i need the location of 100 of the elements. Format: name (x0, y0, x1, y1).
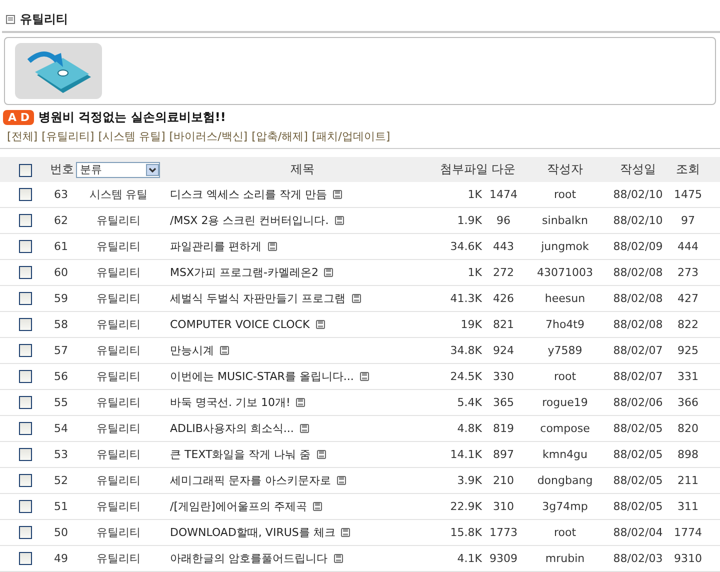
table-cell: 61 (54, 240, 68, 253)
table-cell: 1K (468, 188, 482, 201)
select-all-checkbox[interactable] (18, 164, 32, 177)
table-cell: 4.8K (457, 422, 482, 435)
table-cell: 1474 (490, 188, 518, 201)
table-cell: 50 (54, 526, 68, 539)
table-cell: 88/02/05 (613, 500, 663, 513)
table-cell: 22.9K (450, 500, 482, 513)
row-checkbox[interactable] (18, 370, 32, 384)
row-checkbox[interactable] (18, 344, 32, 358)
table-cell: 88/02/04 (613, 526, 663, 539)
table-cell: 3.9K (457, 474, 482, 487)
floppy-icon (268, 242, 276, 251)
table-cell: 1K (468, 266, 482, 279)
row-checkbox[interactable] (18, 396, 32, 410)
table-cell: 34.8K (450, 344, 482, 357)
row-checkbox[interactable] (18, 266, 32, 280)
table-cell: 유틸리티 (96, 474, 140, 487)
floppy-icon (316, 320, 325, 329)
category-link[interactable]: [패치/업데이트] (312, 128, 390, 144)
post-title-link[interactable]: /[게임란]에어울프의 주제곡 (170, 499, 307, 514)
floppy-icon (324, 268, 334, 277)
table-cell: 1.9K (457, 214, 482, 227)
category-link[interactable]: [바이러스/백신] (169, 128, 248, 144)
post-title-link[interactable]: MSX가피 프로그램-카멜레온2 (170, 265, 318, 280)
table-cell: 427 (678, 292, 698, 305)
table-cell: 유틸리티 (96, 370, 140, 383)
row-checkbox[interactable] (18, 474, 32, 488)
table-cell: 88/02/03 (613, 552, 663, 565)
table-cell: 유틸리티 (96, 344, 140, 357)
ad-link[interactable]: 병원비 걱정없는 실손의료비보험!! (38, 109, 226, 126)
category-link[interactable]: [전체] (7, 128, 38, 144)
post-title-link[interactable]: COMPUTER VOICE CLOCK (170, 318, 310, 331)
row-checkbox[interactable] (18, 526, 32, 540)
post-title-link[interactable]: /MSX 2용 스크린 컨버터입니다. (170, 213, 329, 228)
table-cell: 365 (493, 396, 514, 409)
table-cell: 63 (54, 188, 68, 201)
table-cell: 88/02/05 (613, 474, 663, 487)
category-link[interactable]: [유틸리티] (42, 128, 94, 144)
table-cell: 43071003 (537, 266, 593, 279)
post-title-link[interactable]: 바둑 명국선. 기보 10개! (170, 395, 290, 410)
floppy-icon (333, 190, 342, 199)
table-cell: 유틸리티 (96, 422, 140, 435)
table-cell: compose (540, 422, 590, 435)
post-title-link[interactable]: 큰 TEXT화일을 작게 나눠 줌 (170, 447, 311, 462)
table-cell: heesun (544, 292, 586, 305)
table-cell: 19K (460, 318, 482, 331)
table-cell: 7ho4t9 (545, 318, 584, 331)
table-cell: 24.5K (450, 370, 482, 383)
table-cell: root (554, 370, 576, 383)
category-link[interactable]: [시스템 유틸] (98, 128, 166, 144)
table-cell: 88/02/10 (613, 214, 663, 227)
row-checkbox[interactable] (18, 500, 32, 514)
table-cell: 유틸리티 (96, 396, 140, 409)
post-title-link[interactable]: 만능시계 (170, 343, 214, 358)
table-cell: 1475 (674, 188, 702, 201)
table-cell: 88/02/06 (613, 396, 663, 409)
table-cell: 55 (54, 396, 68, 409)
table-cell: 330 (493, 370, 514, 383)
table-cell: 60 (54, 266, 68, 279)
row-checkbox[interactable] (18, 188, 32, 202)
table-cell: 57 (54, 344, 68, 357)
row-checkbox[interactable] (18, 214, 32, 228)
row-checkbox[interactable] (18, 292, 32, 306)
table-cell: 9309 (490, 552, 518, 565)
post-title-link[interactable]: ADLIB사용자의 희소식... (170, 421, 294, 436)
post-title-link[interactable]: DOWNLOAD할때, VIRUS를 체크 (170, 525, 336, 540)
post-title-link[interactable]: 세미그래픽 문자를 아스키문자로 (170, 473, 331, 488)
floppy-icon (296, 398, 306, 407)
table-cell: 88/02/05 (613, 448, 663, 461)
row-checkbox[interactable] (18, 448, 32, 462)
row-checkbox[interactable] (18, 552, 32, 566)
table-cell: kmn4gu (542, 448, 588, 461)
section-title: 유틸리티 (20, 11, 68, 28)
floppy-icon (337, 476, 346, 485)
ad-badge: A D (3, 110, 34, 125)
table-cell: 88/02/05 (613, 422, 663, 435)
table-cell: 88/02/08 (613, 266, 663, 279)
table-cell: 유틸리티 (96, 448, 140, 461)
table-cell: 443 (493, 240, 514, 253)
table-cell: 62 (54, 214, 68, 227)
post-title-link[interactable]: 이번에는 MUSIC-STAR를 올립니다... (170, 369, 354, 384)
column-header: 제목 (290, 162, 314, 176)
table-cell: 54 (54, 422, 68, 435)
row-checkbox[interactable] (18, 240, 32, 254)
column-header: 작성일 (620, 162, 656, 176)
row-checkbox[interactable] (18, 318, 32, 332)
post-title-link[interactable]: 아래한글의 암호를풀어드립니다 (170, 551, 328, 566)
post-title-link[interactable]: 세벌식 두벌식 자판만들기 프로그램 (170, 291, 346, 306)
category-dropdown[interactable]: 분류 (76, 162, 160, 178)
floppy-icon (312, 502, 322, 511)
category-link[interactable]: [압축/해제] (252, 128, 308, 144)
column-header: 작성자 (547, 162, 583, 176)
post-title-link[interactable]: 파일관리를 편하게 (170, 239, 262, 254)
floppy-icon (220, 346, 229, 355)
table-cell: mrubin (545, 552, 585, 565)
table-cell: 14.1K (450, 448, 482, 461)
row-checkbox[interactable] (18, 422, 32, 436)
list-icon (6, 15, 15, 24)
post-title-link[interactable]: 디스크 엑세스 소리를 작게 만듬 (170, 187, 327, 202)
